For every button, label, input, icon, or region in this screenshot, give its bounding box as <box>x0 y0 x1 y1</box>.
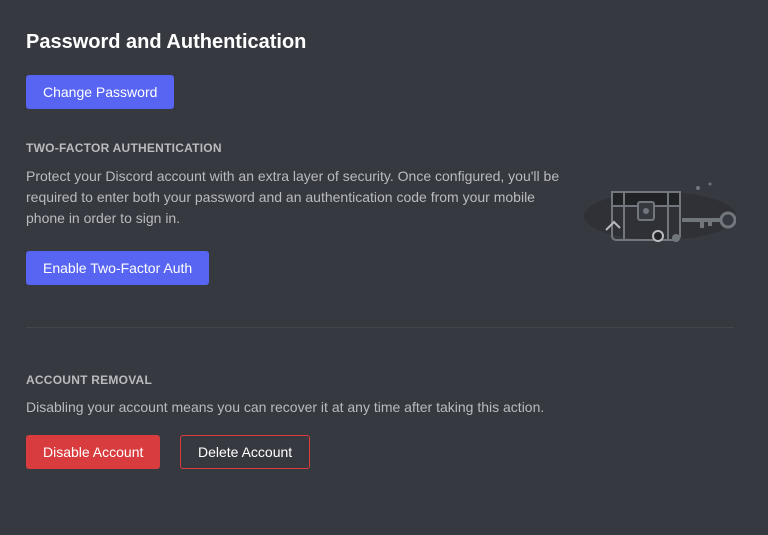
two-factor-heading: Two-Factor Authentication <box>26 141 222 155</box>
account-removal-heading: Account Removal <box>26 373 153 387</box>
account-removal-description: Disabling your account means you can rec… <box>26 399 545 415</box>
chest-key-icon <box>578 178 737 250</box>
change-password-button[interactable]: Change Password <box>26 75 175 109</box>
delete-account-button[interactable]: Delete Account <box>180 435 311 469</box>
disable-account-button[interactable]: Disable Account <box>26 435 161 469</box>
two-factor-description: Protect your Discord account with an ext… <box>26 168 560 226</box>
section-divider <box>26 327 734 328</box>
enable-two-factor-button[interactable]: Enable Two-Factor Auth <box>26 251 210 285</box>
page-title: Password and Authentication <box>26 31 307 53</box>
